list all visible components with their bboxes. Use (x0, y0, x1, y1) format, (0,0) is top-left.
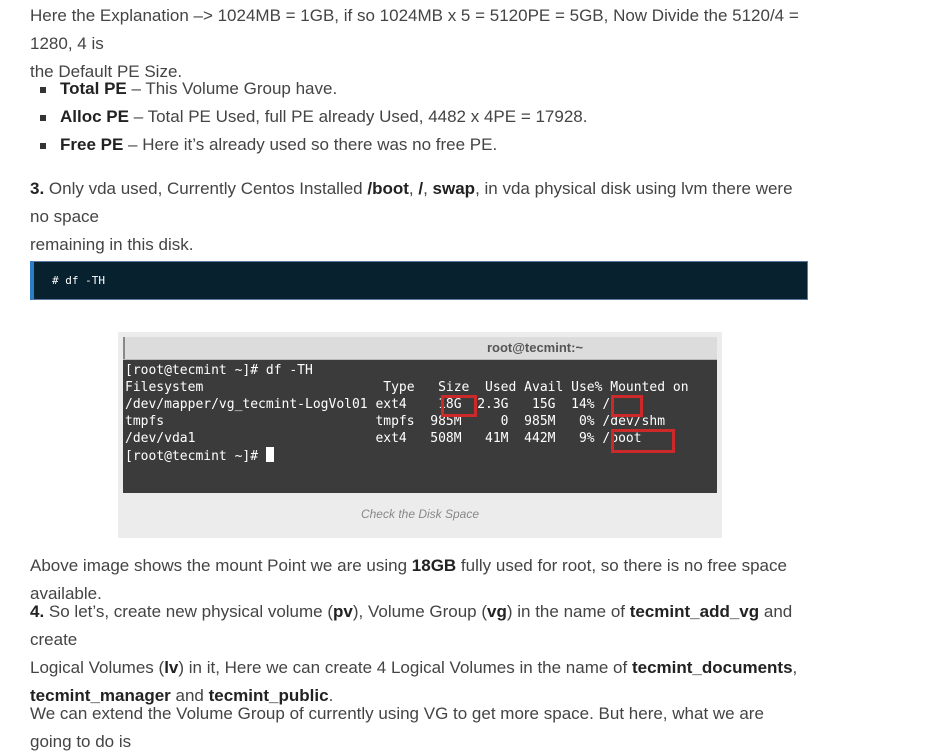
bullet-icon (40, 87, 46, 93)
bullet-icon (40, 143, 46, 149)
list-item: Total PE – This Volume Group have. (40, 75, 587, 103)
list-item: Alloc PE – Total PE Used, full PE alread… (40, 103, 587, 131)
terminal-line: [root@tecmint ~]# (125, 447, 689, 465)
terminal-line: [root@tecmint ~]# df -TH (125, 363, 313, 378)
list-item: Free PE – Here it’s already used so ther… (40, 131, 587, 159)
highlight-root-mount-box (611, 395, 643, 417)
step-number: 4. (30, 602, 45, 621)
terminal-line: /dev/vda1 ext4 508M 41M 442M 9% /boot (125, 431, 642, 446)
terminal-window: root@tecmint:~ [root@tecmint ~]# df -TH F… (123, 337, 717, 493)
highlight-boot-mount-box (611, 429, 675, 453)
terminal-title: root@tecmint:~ (486, 340, 584, 355)
terminal-line: /dev/mapper/vg_tecmint-LogVol01 ext4 18G… (125, 397, 611, 412)
terminal-line: tmpfs tmpfs 985M 0 985M 0% /dev/shm (125, 414, 666, 429)
paragraph-step-4: 4. So let’s, create new physical volume … (30, 602, 798, 705)
pe-bullet-list: Total PE – This Volume Group have. Alloc… (40, 75, 587, 159)
paragraph-extend-vg: We can extend the Volume Group of curren… (30, 704, 764, 751)
cursor-icon (265, 447, 274, 462)
figure-caption: Check the Disk Space (360, 507, 480, 521)
terminal-line: Filesystem Type Size Used Avail Use% Mou… (125, 380, 689, 395)
terminal-screenshot-figure: root@tecmint:~ [root@tecmint ~]# df -TH F… (118, 332, 722, 538)
paragraph-step-3: 3. Only vda used, Currently Centos Insta… (30, 179, 793, 254)
bullet-icon (40, 115, 46, 121)
step-number: 3. (30, 179, 45, 198)
terminal-output: [root@tecmint ~]# df -TH Filesystem Type … (125, 362, 689, 465)
code-command[interactable]: # df -TH (52, 274, 105, 287)
highlight-size-box (441, 395, 477, 417)
explanation-line-1: Here the Explanation –> 1024MB = 1GB, if… (30, 6, 799, 53)
terminal-titlebar: root@tecmint:~ (123, 337, 717, 360)
paragraph-explanation: Here the Explanation –> 1024MB = 1GB, if… (30, 2, 810, 86)
code-block[interactable]: # df -TH (30, 261, 808, 300)
